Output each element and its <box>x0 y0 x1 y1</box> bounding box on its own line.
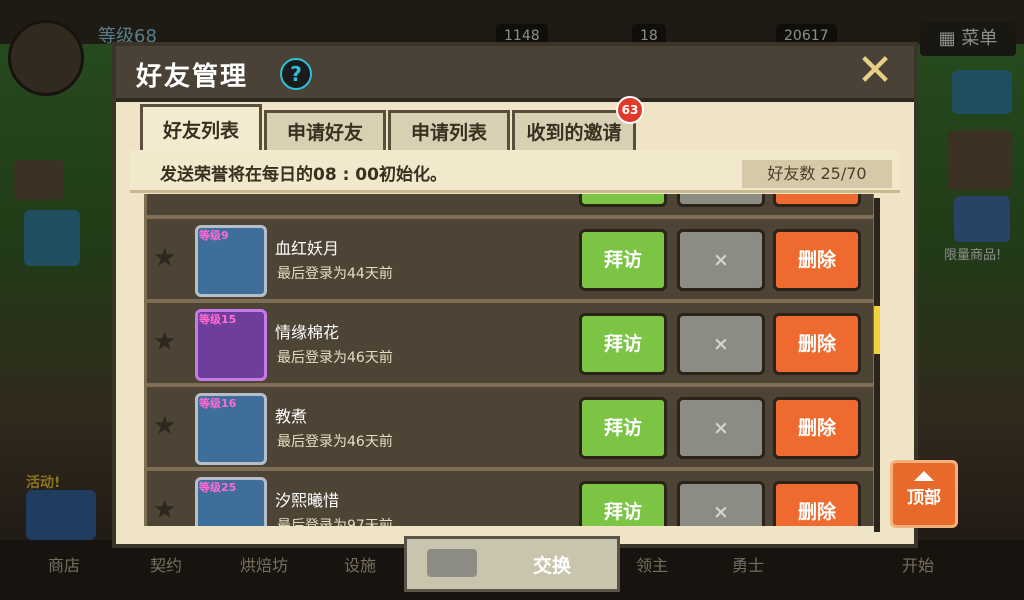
scroll-top-button[interactable]: 顶部 <box>890 460 958 528</box>
send-honor-button[interactable]: × <box>677 397 765 459</box>
friend-level: 等级9 <box>199 229 229 242</box>
last-login: 最后登录为44天前 <box>277 266 393 282</box>
visit-button[interactable]: 拜访 <box>579 313 667 375</box>
notice-text: 发送荣誉将在每日的08 : 00初始化。 <box>160 165 447 185</box>
friend-name: 情缘棉花 <box>275 323 340 342</box>
friend-level: 等级15 <box>199 313 237 326</box>
gift-icon <box>427 549 477 577</box>
delete-button[interactable]: 删除 <box>773 229 861 291</box>
delete-button[interactable]: 删除 <box>773 194 861 207</box>
friend-name: 教煮 <box>275 407 308 426</box>
last-login: 最后登录为46天前 <box>277 434 393 450</box>
favorite-star-icon[interactable]: ★ <box>153 495 176 525</box>
visit-button[interactable]: 拜访 <box>579 229 667 291</box>
list-item: ★ 等级9 血红妖月 最后登录为44天前 拜访 × 删除 <box>144 216 874 302</box>
delete-button[interactable]: 删除 <box>773 397 861 459</box>
friend-name: 汐熙曦惜 <box>275 491 340 510</box>
last-login: 最后登录为46天前 <box>277 350 393 366</box>
list-item: 拜访 × 删除 <box>144 194 874 218</box>
friend-count: 好友数 25/70 <box>742 160 892 188</box>
invite-count-badge: 63 <box>616 96 644 124</box>
list-item: ★ 等级15 情缘棉花 最后登录为46天前 拜访 × 删除 <box>144 300 874 386</box>
dialog-title: 好友管理 <box>136 62 249 92</box>
scrollbar-thumb[interactable] <box>874 306 880 354</box>
list-item: ★ 等级16 教煮 最后登录为46天前 拜访 × 删除 <box>144 384 874 470</box>
favorite-star-icon[interactable]: ★ <box>153 243 176 273</box>
visit-button[interactable]: 拜访 <box>579 481 667 526</box>
exchange-button[interactable]: 交换 <box>404 536 620 592</box>
favorite-star-icon[interactable]: ★ <box>153 327 176 357</box>
visit-button[interactable]: 拜访 <box>579 194 667 207</box>
tab-request-friend[interactable]: 申请好友 <box>264 110 386 153</box>
list-item: ★ 等级25 汐熙曦惜 最后登录为97天前 拜访 × 删除 <box>144 468 874 526</box>
favorite-star-icon[interactable]: ★ <box>153 411 176 441</box>
send-honor-button[interactable]: × <box>677 194 765 207</box>
send-honor-button[interactable]: × <box>677 229 765 291</box>
tab-request-list[interactable]: 申请列表 <box>388 110 510 153</box>
last-login: 最后登录为97天前 <box>277 518 393 526</box>
scrollbar-track[interactable] <box>874 198 880 532</box>
help-icon[interactable]: ? <box>280 58 312 90</box>
delete-button[interactable]: 删除 <box>773 481 861 526</box>
notice-bar: 发送荣誉将在每日的08 : 00初始化。 好友数 25/70 <box>130 150 900 193</box>
friend-name: 血红妖月 <box>275 239 340 258</box>
exchange-label: 交换 <box>533 555 572 577</box>
tab-friend-list[interactable]: 好友列表 <box>140 104 262 155</box>
friend-list[interactable]: 拜访 × 删除 ★ 等级9 血红妖月 最后登录为44天前 拜访 × 删除 ★ 等… <box>144 194 874 526</box>
close-icon[interactable]: ✕ <box>854 49 896 93</box>
friend-management-dialog: 好友管理 ? ✕ 好友列表 申请好友 申请列表 收到的邀请 63 发送荣誉将在每… <box>112 42 918 548</box>
friend-level: 等级16 <box>199 397 237 410</box>
arrow-up-icon <box>914 471 934 481</box>
send-honor-button[interactable]: × <box>677 481 765 526</box>
friend-level: 等级25 <box>199 481 237 494</box>
dialog-header: 好友管理 ? ✕ <box>116 46 914 102</box>
visit-button[interactable]: 拜访 <box>579 397 667 459</box>
send-honor-button[interactable]: × <box>677 313 765 375</box>
delete-button[interactable]: 删除 <box>773 313 861 375</box>
scroll-top-label: 顶部 <box>907 488 941 508</box>
